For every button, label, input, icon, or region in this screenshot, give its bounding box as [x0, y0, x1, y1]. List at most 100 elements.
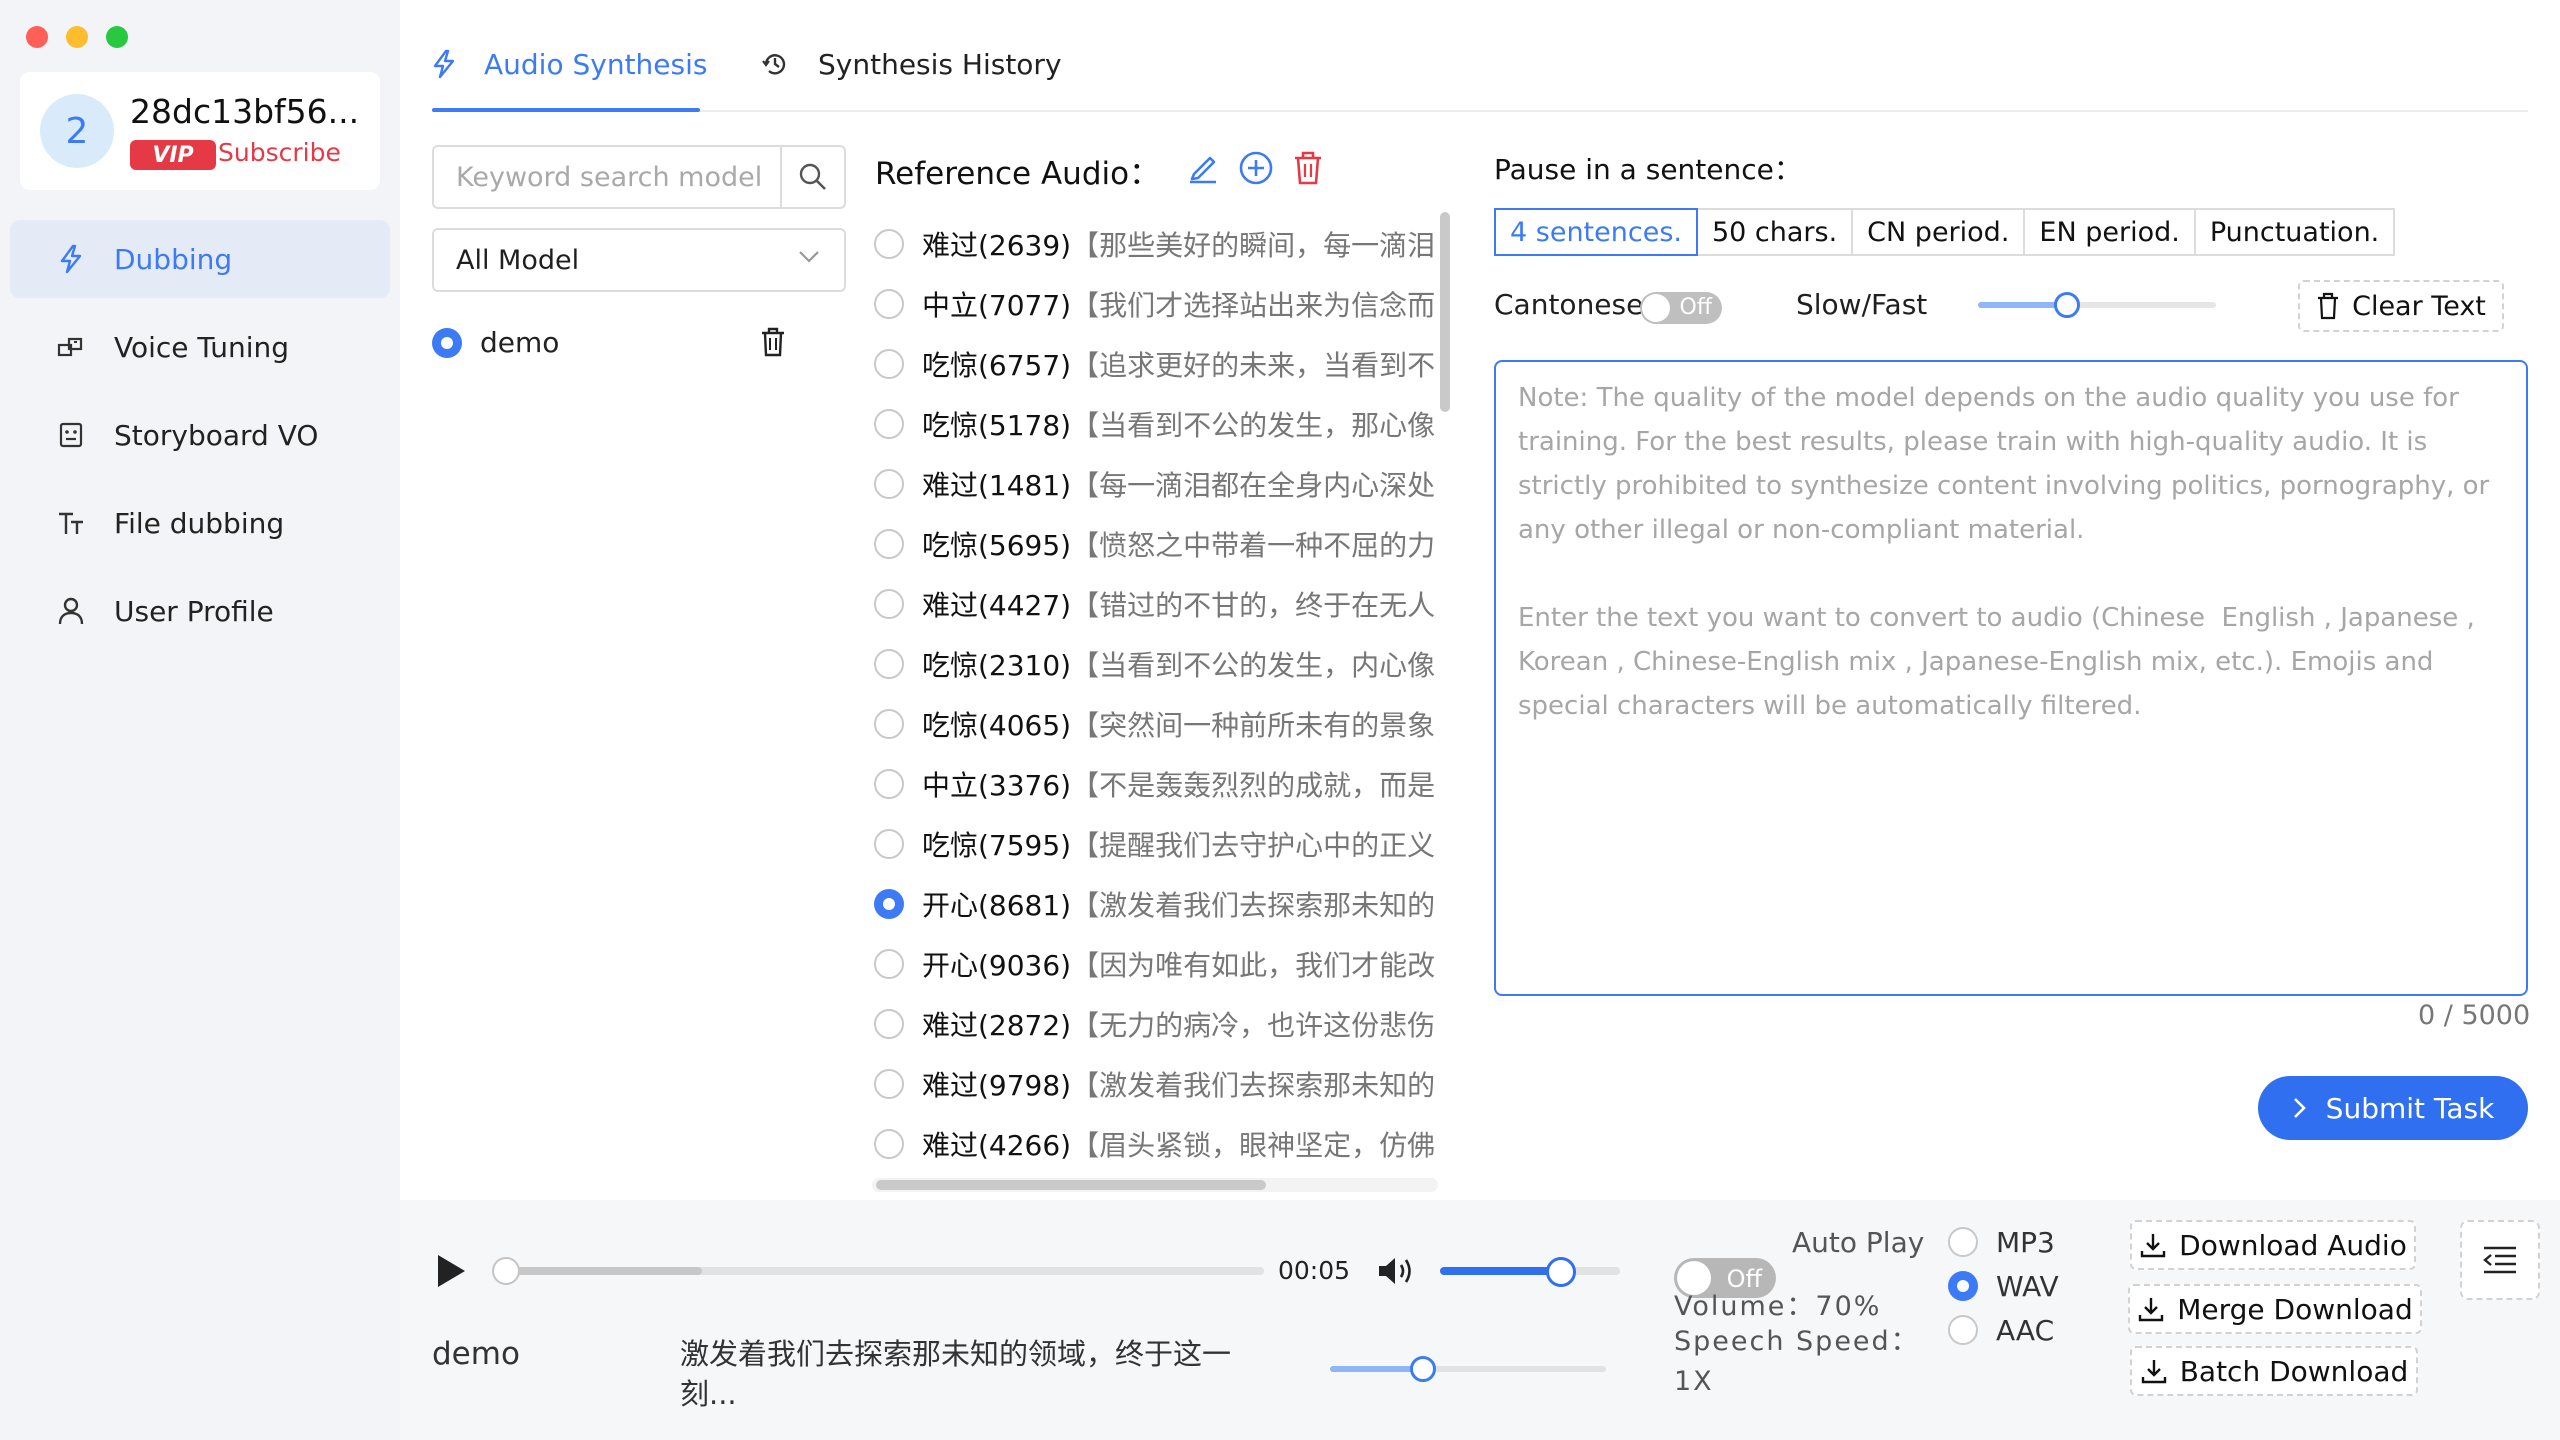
reference-item[interactable]: 吃惊(7595) 【提醒我们去守护心中的正义，: [872, 814, 1436, 874]
reference-item[interactable]: 难过(9798) 【激发着我们去探索那未知的领: [872, 1054, 1436, 1114]
sidebar-item-file-dubbing[interactable]: File dubbing: [10, 484, 390, 562]
user-card[interactable]: 2 28dc13bf56... VIP Subscribe: [20, 72, 380, 190]
reference-emotion: 吃惊(5178): [922, 409, 1072, 442]
edit-icon: [1186, 150, 1220, 184]
reference-radio[interactable]: [874, 649, 904, 679]
reference-radio[interactable]: [874, 589, 904, 619]
reference-emotion: 开心(8681): [922, 889, 1072, 922]
pause-option[interactable]: 50 chars.: [1695, 208, 1854, 256]
synthesis-text-input[interactable]: Note: The quality of the model depends o…: [1494, 360, 2528, 996]
format-radio[interactable]: [1948, 1271, 1978, 1301]
reference-radio[interactable]: [874, 949, 904, 979]
reference-horizontal-scrollbar[interactable]: [876, 1180, 1266, 1190]
reference-text: 【当看到不公的发生，内心像火: [1071, 649, 1436, 682]
track-name: demo: [432, 1336, 520, 1372]
sidebar-item-user-profile[interactable]: User Profile: [10, 572, 390, 650]
reference-vertical-scrollbar[interactable]: [1440, 212, 1450, 412]
reference-radio[interactable]: [874, 349, 904, 379]
sidebar-item-storyboard-vo[interactable]: Storyboard VO: [10, 396, 390, 474]
add-reference-button[interactable]: [1238, 150, 1274, 186]
edit-reference-button[interactable]: [1186, 150, 1220, 184]
batch-download-button[interactable]: Batch Download: [2130, 1346, 2418, 1396]
window-maximize-button[interactable]: [106, 26, 128, 48]
volume-button[interactable]: [1376, 1254, 1416, 1288]
sidebar-item-label: User Profile: [114, 594, 274, 628]
tabs-divider: [432, 110, 2528, 112]
tab-synthesis-history[interactable]: Synthesis History: [760, 44, 1062, 84]
playlist-button[interactable]: [2460, 1220, 2540, 1300]
model-radio[interactable]: [432, 327, 462, 358]
merge-download-button[interactable]: Merge Download: [2128, 1284, 2422, 1334]
playback-progress-handle[interactable]: [492, 1257, 520, 1285]
format-option-mp3[interactable]: MP3: [1948, 1222, 2055, 1262]
reference-item[interactable]: 开心(9036) 【因为唯有如此，我们才能改变: [872, 934, 1436, 994]
slow-fast-slider-handle[interactable]: [2054, 292, 2080, 318]
reference-radio[interactable]: [874, 1129, 904, 1159]
reference-item[interactable]: 难过(4266) 【眉头紧锁，眼神坚定，仿佛一: [872, 1114, 1436, 1174]
reference-radio[interactable]: [874, 1009, 904, 1039]
reference-item[interactable]: 吃惊(2310) 【当看到不公的发生，内心像火: [872, 634, 1436, 694]
reference-emotion: 难过(4427): [922, 589, 1072, 622]
pause-option[interactable]: CN period.: [1851, 208, 2026, 256]
reference-radio[interactable]: [874, 709, 904, 739]
trash-icon: [1292, 150, 1324, 186]
delete-reference-button[interactable]: [1292, 150, 1324, 186]
cantonese-toggle[interactable]: Off: [1640, 292, 1722, 324]
chevron-down-icon: [798, 250, 820, 264]
reference-radio[interactable]: [874, 529, 904, 559]
rate-slider-handle[interactable]: [1410, 1356, 1436, 1382]
sidebar-item-voice-tuning[interactable]: Voice Tuning: [10, 308, 390, 386]
reference-text: 【提醒我们去守护心中的正义，: [1071, 829, 1436, 862]
pause-option[interactable]: EN period.: [2023, 208, 2196, 256]
reference-item[interactable]: 中立(7077) 【我们才选择站出来为信念而战: [872, 274, 1436, 334]
sidebar-item-dubbing[interactable]: Dubbing: [10, 220, 390, 298]
tab-label: Synthesis History: [818, 47, 1062, 81]
search-button[interactable]: [780, 147, 844, 207]
reference-radio[interactable]: [874, 829, 904, 859]
pause-option[interactable]: Punctuation.: [2193, 208, 2396, 256]
reference-radio[interactable]: [874, 769, 904, 799]
reference-item[interactable]: 吃惊(6757) 【追求更好的未来，当看到不公: [872, 334, 1436, 394]
reference-item[interactable]: 难过(2639) 【那些美好的瞬间，每一滴泪都: [872, 214, 1436, 274]
reference-radio[interactable]: [874, 289, 904, 319]
volume-slider-handle[interactable]: [1546, 1257, 1576, 1287]
model-search-input[interactable]: [434, 147, 780, 207]
window-close-button[interactable]: [26, 26, 48, 48]
format-option-aac[interactable]: AAC: [1948, 1310, 2054, 1350]
reference-item[interactable]: 难过(2872) 【无力的病冷，也许这份悲伤，: [872, 994, 1436, 1054]
reference-item[interactable]: 难过(4427) 【错过的不甘的，终于在无人问: [872, 574, 1436, 634]
reference-item[interactable]: 吃惊(5178) 【当看到不公的发生，那心像火: [872, 394, 1436, 454]
reference-text: 【错过的不甘的，终于在无人问: [1071, 589, 1436, 622]
subscribe-link[interactable]: Subscribe: [218, 138, 341, 167]
play-button[interactable]: [434, 1252, 468, 1290]
download-audio-button[interactable]: Download Audio: [2130, 1220, 2416, 1270]
tab-audio-synthesis[interactable]: Audio Synthesis: [432, 44, 707, 84]
model-item[interactable]: demo: [432, 326, 794, 359]
reference-radio[interactable]: [874, 409, 904, 439]
lightning-icon: [432, 49, 456, 79]
reference-radio[interactable]: [874, 469, 904, 499]
delete-model-button[interactable]: [758, 326, 788, 358]
window-minimize-button[interactable]: [66, 26, 88, 48]
reference-item[interactable]: 开心(8681) 【激发着我们去探索那未知的领: [872, 874, 1436, 934]
reference-item[interactable]: 难过(1481) 【每一滴泪都在全身内心深处。: [872, 454, 1436, 514]
reference-audio-list: 难过(2639) 【那些美好的瞬间，每一滴泪都 中立(7077) 【我们才选择站出来…: [872, 212, 1436, 1182]
reference-item[interactable]: 吃惊(5695) 【愤怒之中带着一种不屈的力量: [872, 514, 1436, 574]
clear-text-button[interactable]: Clear Text: [2298, 280, 2504, 332]
reference-radio[interactable]: [874, 889, 904, 919]
play-icon: [434, 1252, 468, 1290]
submit-task-button[interactable]: Submit Task: [2258, 1076, 2528, 1140]
pause-option[interactable]: 4 sentences.: [1494, 208, 1698, 256]
reference-radio[interactable]: [874, 229, 904, 259]
reference-text: 【每一滴泪都在全身内心深处。: [1071, 469, 1436, 502]
reference-item[interactable]: 中立(3376) 【不是轰轰烈烈的成就，而是这: [872, 754, 1436, 814]
reference-emotion: 吃惊(4065): [922, 709, 1072, 742]
toggle-knob: [1642, 294, 1670, 322]
model-filter-select[interactable]: All Model: [432, 228, 846, 292]
format-radio[interactable]: [1948, 1227, 1978, 1257]
volume-readout: Volume：70%: [1674, 1291, 1882, 1322]
reference-item[interactable]: 吃惊(4065) 【突然间一种前所未有的景象出: [872, 694, 1436, 754]
format-radio[interactable]: [1948, 1315, 1978, 1345]
format-option-wav[interactable]: WAV: [1948, 1266, 2059, 1306]
reference-radio[interactable]: [874, 1069, 904, 1099]
